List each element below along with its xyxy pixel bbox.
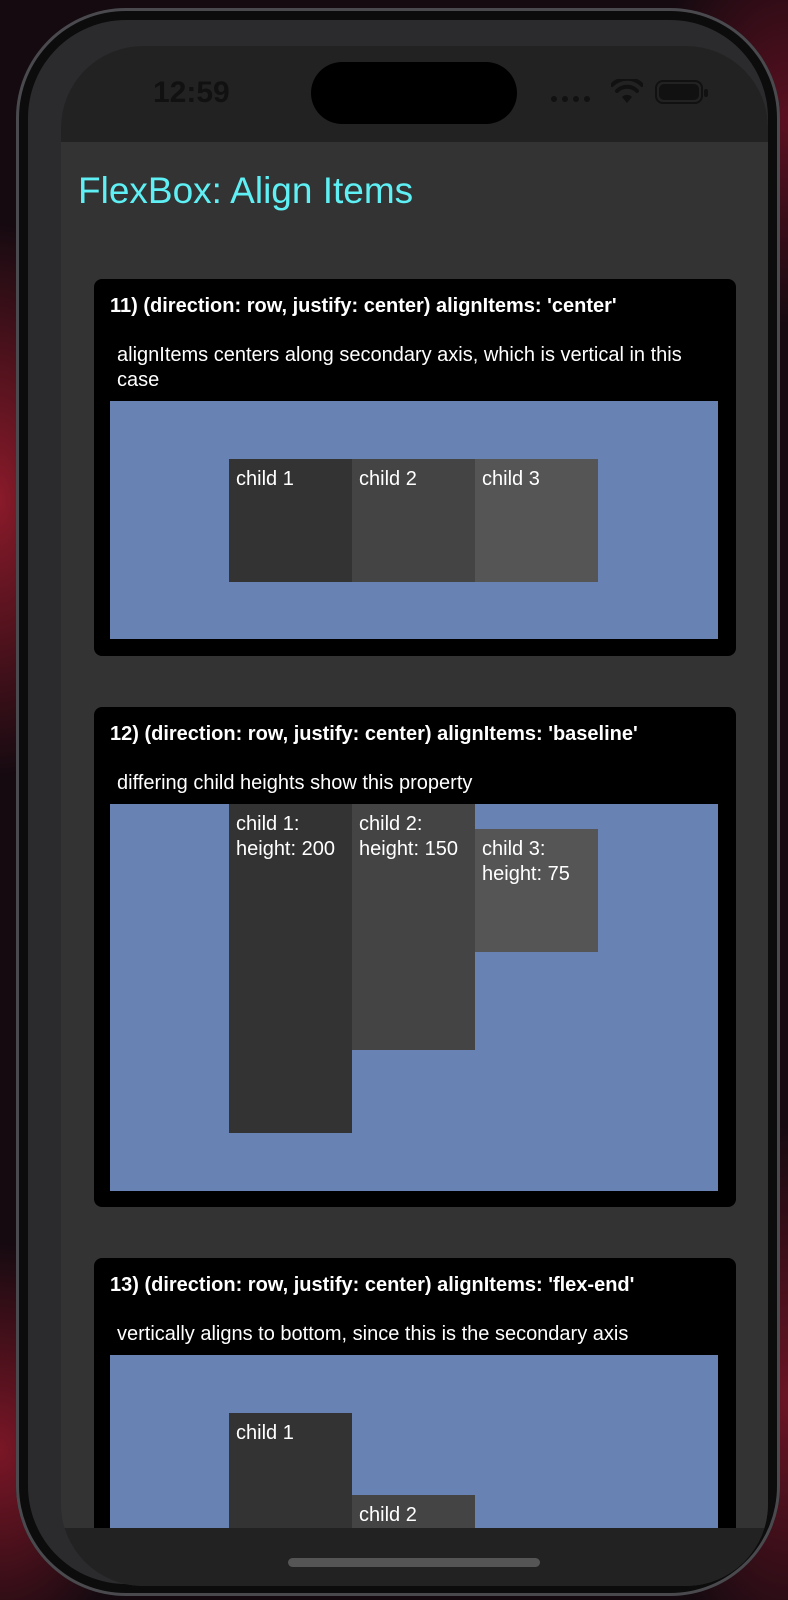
child-box-1: child 1 xyxy=(229,1413,352,1528)
child-box-2: child 2 xyxy=(352,1495,475,1528)
wifi-icon xyxy=(611,79,643,103)
card-description: differing child heights show this proper… xyxy=(117,772,473,794)
example-card-baseline: 12) (direction: row, justify: center) al… xyxy=(94,707,736,1207)
child-box-3: child 3: height: 75 xyxy=(475,829,598,952)
status-bar: 12:59 xyxy=(61,46,768,142)
page-title: FlexBox: Align Items xyxy=(78,170,414,211)
home-indicator-area xyxy=(61,1528,768,1586)
phone-screen: 12:59 FlexBox: Align Items 11) (directio… xyxy=(61,46,768,1586)
card-heading: 13) (direction: row, justify: center) al… xyxy=(110,1274,635,1296)
child-box-3: child 3 xyxy=(475,459,598,582)
card-description: alignItems centers along secondary axis,… xyxy=(117,344,682,391)
card-description: vertically aligns to bottom, since this … xyxy=(117,1323,629,1345)
example-card-center: 11) (direction: row, justify: center) al… xyxy=(94,279,736,656)
status-time: 12:59 xyxy=(153,76,230,109)
home-indicator[interactable] xyxy=(288,1558,540,1567)
child-box-2: child 2 xyxy=(352,459,475,582)
scroll-content[interactable]: FlexBox: Align Items 11) (direction: row… xyxy=(61,142,768,1528)
card-heading: 11) (direction: row, justify: center) al… xyxy=(110,295,617,317)
example-card-flex-end: 13) (direction: row, justify: center) al… xyxy=(94,1258,736,1528)
child-box-1: child 1: height: 200 xyxy=(229,804,352,1133)
dynamic-island xyxy=(311,62,517,124)
flex-demo-container: child 1 child 2 child 3 xyxy=(110,401,718,639)
battery-icon xyxy=(655,80,708,104)
child-box-1: child 1 xyxy=(229,459,352,582)
flex-demo-container: child 1: height: 200 child 2: height: 15… xyxy=(110,804,718,1191)
flex-demo-container: child 1 child 2 xyxy=(110,1355,718,1528)
child-box-2: child 2: height: 150 xyxy=(352,804,475,1050)
phone-frame: 12:59 FlexBox: Align Items 11) (directio… xyxy=(16,8,780,1596)
card-heading: 12) (direction: row, justify: center) al… xyxy=(110,723,638,745)
cellular-signal-icon xyxy=(551,96,590,102)
